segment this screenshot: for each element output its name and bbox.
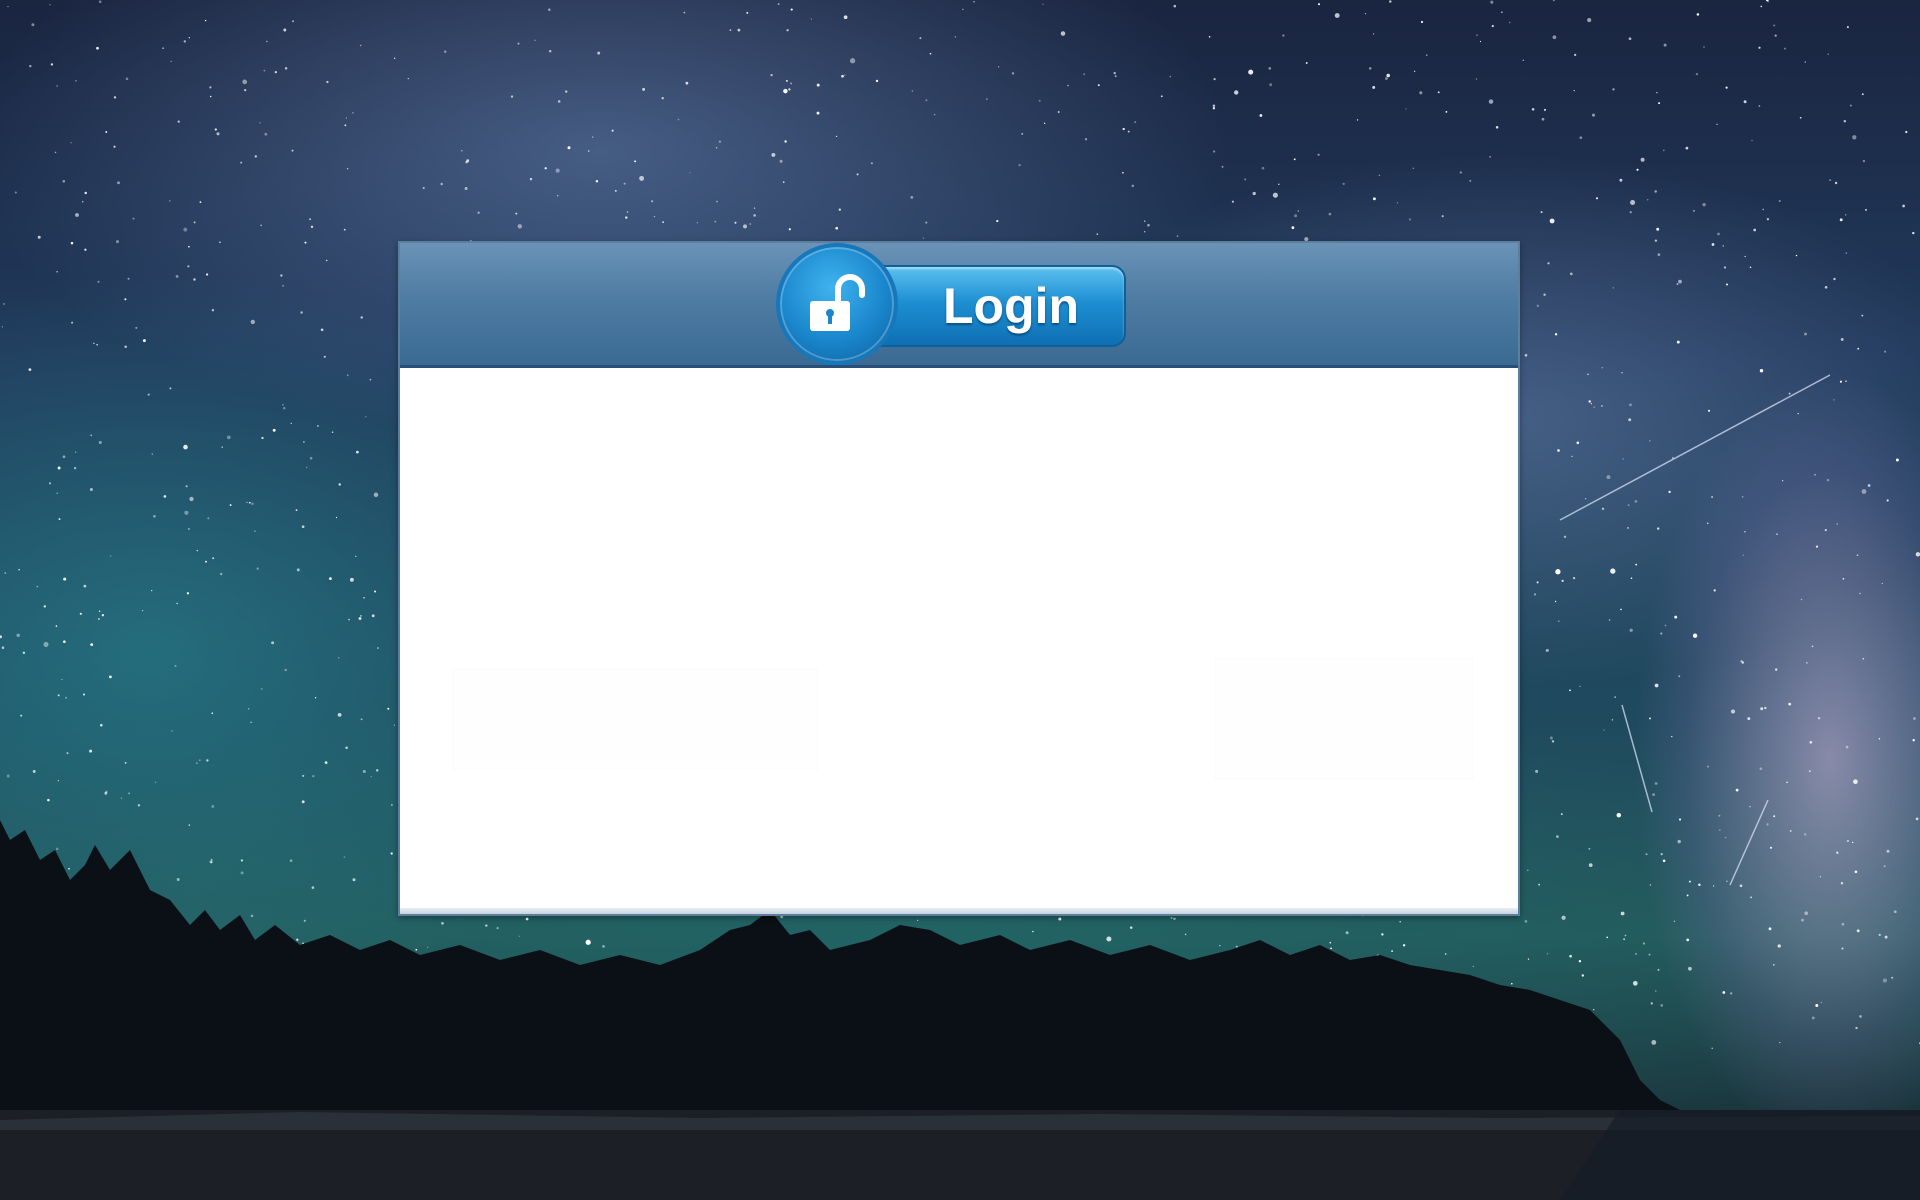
login-badge[interactable]: Login — [776, 243, 1138, 368]
form-area — [1215, 658, 1473, 780]
login-window: Login — [398, 241, 1520, 916]
login-badge-label: Login — [942, 278, 1080, 334]
window-bottom-edge — [400, 908, 1518, 914]
login-header-bar: Login — [400, 243, 1518, 368]
login-form-body — [400, 368, 1518, 914]
form-area — [452, 668, 818, 770]
unlocked-padlock-icon — [776, 243, 898, 365]
